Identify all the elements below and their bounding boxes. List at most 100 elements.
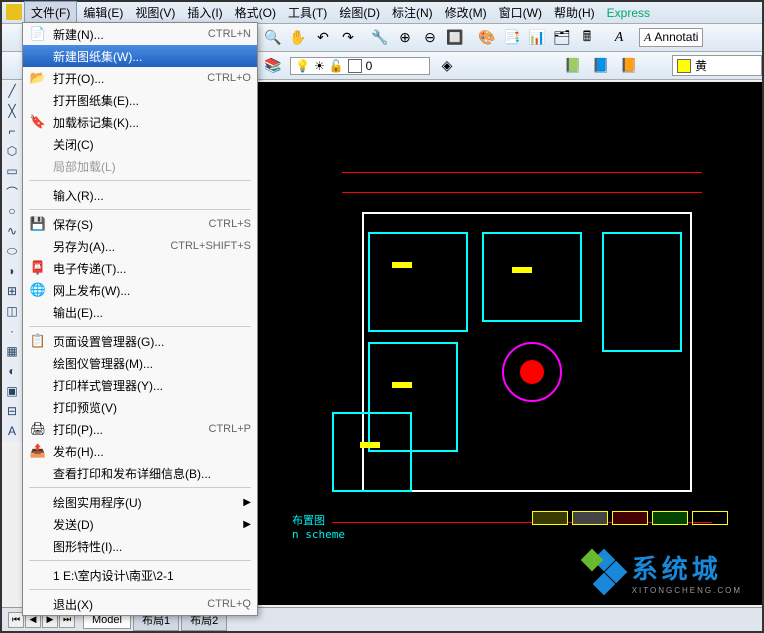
menu-draw[interactable]: 绘图(D) bbox=[333, 2, 386, 23]
hatch-tool-icon[interactable]: ▦ bbox=[4, 344, 20, 360]
menu-format[interactable]: 格式(O) bbox=[229, 2, 282, 23]
menu-item-icon: 📋 bbox=[29, 333, 47, 349]
menu-item-icon: 📮 bbox=[29, 260, 47, 276]
menu-item[interactable]: 打开图纸集(E)... bbox=[23, 89, 257, 111]
tool-icon[interactable]: 🔧 bbox=[369, 27, 391, 49]
zoom-icon[interactable]: 🔍 bbox=[262, 27, 284, 49]
menu-item[interactable]: 📮 电子传递(T)... bbox=[23, 257, 257, 279]
layer-prev-icon[interactable]: ◈ bbox=[436, 55, 458, 77]
menu-item[interactable]: 关闭(C) bbox=[23, 133, 257, 155]
layer-name: 0 bbox=[366, 59, 373, 73]
lock-icon: 🔓 bbox=[329, 59, 344, 73]
spline-tool-icon[interactable]: ∿ bbox=[4, 224, 20, 240]
zoom-out-icon[interactable]: ⊖ bbox=[419, 27, 441, 49]
menu-item[interactable]: 退出(X)CTRL+Q bbox=[23, 593, 257, 615]
polygon-tool-icon[interactable]: ⬡ bbox=[4, 144, 20, 160]
menu-item[interactable]: 📤发布(H)... bbox=[23, 440, 257, 462]
menu-modify[interactable]: 修改(M) bbox=[439, 2, 493, 23]
layer-states-icon[interactable]: 📗 bbox=[562, 55, 584, 77]
menu-item[interactable]: 新建图纸集(W)... bbox=[23, 45, 257, 67]
menu-item-shortcut: CTRL+SHIFT+S bbox=[170, 240, 251, 252]
menu-item[interactable]: 绘图实用程序(U)▶ bbox=[23, 491, 257, 513]
props-icon[interactable]: 🗂 bbox=[551, 27, 573, 49]
menu-item[interactable]: 🔖加载标记集(K)... bbox=[23, 111, 257, 133]
menu-item[interactable]: 📂 打开(O)...CTRL+O bbox=[23, 67, 257, 89]
redo-icon[interactable]: ↷ bbox=[337, 27, 359, 49]
menu-item[interactable]: 1 E:\室内设计\南亚\2-1 bbox=[23, 564, 257, 586]
gradient-tool-icon[interactable]: ◐ bbox=[4, 364, 20, 380]
menu-item-label: 查看打印和发布详细信息(B)... bbox=[53, 465, 251, 482]
line-tool-icon[interactable]: ╱ bbox=[4, 84, 20, 100]
layer-iso-icon[interactable]: 📘 bbox=[590, 55, 612, 77]
menu-item[interactable]: 另存为(A)...CTRL+SHIFT+S bbox=[23, 235, 257, 257]
point-tool-icon[interactable]: · bbox=[4, 324, 20, 340]
menu-item[interactable]: 🌐网上发布(W)... bbox=[23, 279, 257, 301]
menu-item-shortcut: CTRL+O bbox=[207, 72, 251, 84]
layers-icon[interactable]: 📊 bbox=[526, 27, 548, 49]
menu-item[interactable]: 💾保存(S)CTRL+S bbox=[23, 213, 257, 235]
arc-tool-icon[interactable]: ⌒ bbox=[4, 184, 20, 200]
undo-icon[interactable]: ↶ bbox=[312, 27, 334, 49]
menu-item[interactable]: 🖨打印(P)...CTRL+P bbox=[23, 418, 257, 440]
menu-window[interactable]: 窗口(W) bbox=[493, 2, 548, 23]
room bbox=[482, 232, 582, 322]
ellipse-tool-icon[interactable]: ⬭ bbox=[4, 244, 20, 260]
zoom-in-icon[interactable]: ⊕ bbox=[394, 27, 416, 49]
menu-item-icon: 📄 bbox=[29, 26, 47, 42]
menu-item-label: 退出(X) bbox=[53, 596, 207, 613]
xline-tool-icon[interactable]: ╳ bbox=[4, 104, 20, 120]
menu-item[interactable]: 发送(D)▶ bbox=[23, 513, 257, 535]
menu-item-label: 打开图纸集(E)... bbox=[53, 92, 251, 109]
palette-icon[interactable]: 🎨 bbox=[476, 27, 498, 49]
table-tool-icon[interactable]: ⊟ bbox=[4, 404, 20, 420]
ellipse-arc-tool-icon[interactable]: ◗ bbox=[4, 264, 20, 280]
circle-tool-icon[interactable]: ○ bbox=[4, 204, 20, 220]
menu-separator bbox=[29, 326, 251, 327]
menu-item[interactable]: 打印样式管理器(Y)... bbox=[23, 374, 257, 396]
menu-item-icon bbox=[29, 187, 47, 203]
menu-item[interactable]: 打印预览(V) bbox=[23, 396, 257, 418]
menu-item-icon bbox=[29, 158, 47, 174]
menu-item-label: 打开(O)... bbox=[53, 70, 207, 87]
menu-item[interactable]: 输出(E)... bbox=[23, 301, 257, 323]
layer-manager-icon[interactable]: 📚 bbox=[262, 55, 284, 77]
menu-item-icon: 📂 bbox=[29, 70, 47, 86]
make-block-tool-icon[interactable]: ◫ bbox=[4, 304, 20, 320]
polyline-tool-icon[interactable]: ⌐ bbox=[4, 124, 20, 140]
pan-icon[interactable]: ✋ bbox=[287, 27, 309, 49]
menu-item-icon: 🔖 bbox=[29, 114, 47, 130]
fixture bbox=[392, 382, 412, 388]
menu-item[interactable]: 📄新建(N)...CTRL+N bbox=[23, 23, 257, 45]
legend bbox=[532, 511, 728, 525]
menu-item[interactable]: 查看打印和发布详细信息(B)... bbox=[23, 462, 257, 484]
menu-item[interactable]: 图形特性(I)... bbox=[23, 535, 257, 557]
menu-item[interactable]: 📋页面设置管理器(G)... bbox=[23, 330, 257, 352]
menu-item-label: 新建(N)... bbox=[53, 26, 208, 43]
layer-walk-icon[interactable]: 📙 bbox=[618, 55, 640, 77]
menu-item[interactable]: 输入(R)... bbox=[23, 184, 257, 206]
menu-edit[interactable]: 编辑(E) bbox=[77, 2, 129, 23]
menu-item[interactable]: 绘图仪管理器(M)... bbox=[23, 352, 257, 374]
menu-item-icon: 🌐 bbox=[29, 282, 47, 298]
region-tool-icon[interactable]: ▣ bbox=[4, 384, 20, 400]
menu-express[interactable]: Express bbox=[601, 4, 656, 22]
calc-icon[interactable]: 🖩 bbox=[576, 27, 598, 49]
layer-dropdown[interactable]: 💡 ☀ 🔓 0 bbox=[290, 57, 430, 75]
menu-insert[interactable]: 插入(I) bbox=[181, 2, 228, 23]
menu-tools[interactable]: 工具(T) bbox=[282, 2, 333, 23]
drawing-label: 布置图 bbox=[292, 512, 325, 528]
insert-block-tool-icon[interactable]: ⊞ bbox=[4, 284, 20, 300]
menu-item-label: 电子传递(T)... bbox=[53, 260, 251, 277]
menubar: 文件(F) 编辑(E) 视图(V) 插入(I) 格式(O) 工具(T) 绘图(D… bbox=[2, 2, 762, 24]
menu-view[interactable]: 视图(V) bbox=[129, 2, 181, 23]
mtext-tool-icon[interactable]: A bbox=[4, 424, 20, 440]
annotation-style-dropdown[interactable]: A Annotati bbox=[639, 28, 703, 47]
menu-file[interactable]: 文件(F) bbox=[24, 1, 77, 24]
menu-dimension[interactable]: 标注(N) bbox=[386, 2, 439, 23]
sheet-icon[interactable]: 📑 bbox=[501, 27, 523, 49]
rectangle-tool-icon[interactable]: ▭ bbox=[4, 164, 20, 180]
color-dropdown[interactable]: 黄 bbox=[672, 55, 762, 76]
text-icon[interactable]: A bbox=[608, 27, 630, 49]
zoom-window-icon[interactable]: 🔲 bbox=[444, 27, 466, 49]
menu-help[interactable]: 帮助(H) bbox=[548, 2, 601, 23]
